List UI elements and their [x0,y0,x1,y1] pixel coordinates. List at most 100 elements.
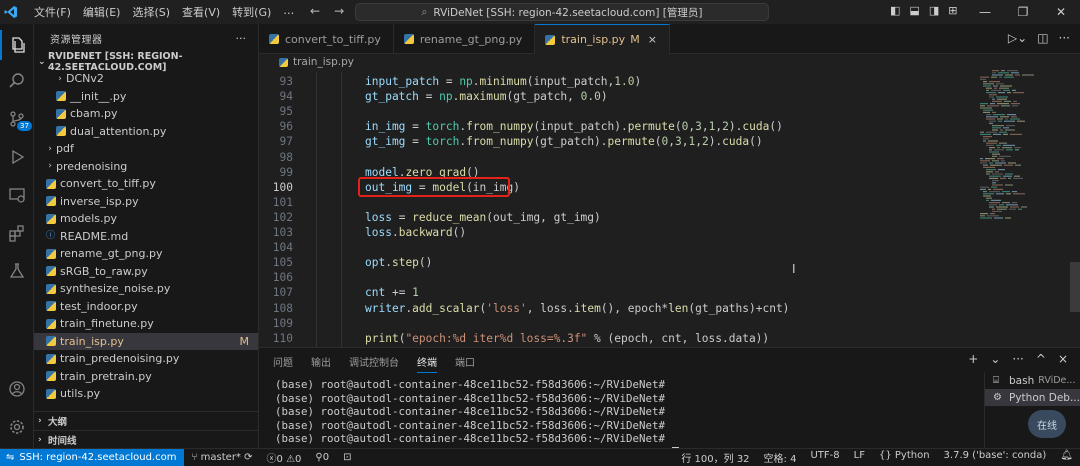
settings-gear-icon[interactable] [0,412,34,442]
ports-indicator[interactable]: ⚲0 [308,452,336,463]
tree-file[interactable]: ⓘ README.md [34,228,258,246]
forward-arrow-icon[interactable]: → [334,4,344,18]
git-branch[interactable]: ⑂ master* ⟳ [184,452,259,463]
minimize-icon[interactable]: — [966,0,1004,24]
code-line[interactable]: 104 [259,240,969,255]
tree-file[interactable]: __init__.py [34,88,258,106]
tree-folder[interactable]: › pdf [34,140,258,158]
close-tab-icon[interactable]: × [648,33,657,46]
scrollbar-thumb[interactable] [1070,262,1080,312]
more-icon[interactable]: ··· [1059,31,1070,45]
back-arrow-icon[interactable]: ← [310,4,320,18]
maximize-panel-icon[interactable]: ^ [1036,352,1046,366]
tree-file[interactable]: dual_attention.py [34,123,258,141]
code-line[interactable]: 95 [259,104,969,119]
terminal-instance[interactable]: ⚙ Python Deb... [985,389,1080,406]
menu-item[interactable]: 文件(F) [28,4,77,20]
restore-icon[interactable]: ❐ [1004,0,1042,24]
menu-item[interactable]: 编辑(E) [77,4,127,20]
tree-file[interactable]: train_finetune.py [34,315,258,333]
code-line[interactable]: 105 opt.step() [259,255,969,270]
panel-tab[interactable]: 调试控制台 [349,354,399,373]
code-line[interactable]: 96 in_img = torch.from_numpy(input_patch)… [259,119,969,134]
tree-file[interactable]: train_predenoising.py [34,350,258,368]
code-line[interactable]: 94 gt_patch = np.maximum(gt_patch, 0.0) [259,89,969,104]
tree-file[interactable]: synthesize_noise.py [34,280,258,298]
toggle-secondary-sidebar-icon[interactable]: ◨ [929,4,939,17]
code-line[interactable]: 106 [259,270,969,285]
code-line[interactable]: 103 loss.backward() [259,225,969,240]
workspace-root[interactable]: ⌄ RVIDENET [SSH: REGION-42.SEETACLOUD.CO… [34,51,258,73]
tree-file[interactable]: test_indoor.py [34,298,258,316]
tree-file[interactable]: utils.py [34,385,258,403]
online-chat-button[interactable]: 在线 [1028,410,1066,438]
code-line[interactable]: 101 [259,195,969,210]
tree-file[interactable]: cbam.py [34,105,258,123]
code-line[interactable]: 98 [259,150,969,165]
editor-tab[interactable]: train_isp.py M × [535,24,670,54]
extensions-icon[interactable] [0,218,34,248]
code-editor[interactable]: 93 input_patch = np.minimum(input_patch,1… [259,72,969,347]
run-icon[interactable]: ▷⌄ [1008,31,1027,45]
panel-tab[interactable]: 终端 [417,354,437,373]
code-line[interactable]: 107 cnt += 1 [259,285,969,300]
menu-item[interactable]: 选择(S) [126,4,176,20]
menu-item[interactable]: 查看(V) [176,4,226,20]
timeline-section[interactable]: › 时间线 [34,430,258,448]
toggle-sidebar-icon[interactable]: ◧ [890,4,900,17]
tree-file[interactable]: train_pretrain.py [34,368,258,386]
menu-item[interactable]: 转到(G) [226,4,277,20]
terminal-instance[interactable]: ⌸ bash RViDe... [985,372,1080,389]
panel-tab[interactable]: 问题 [273,354,293,373]
remote-explorer-icon[interactable] [0,180,34,210]
remote-indicator[interactable]: ⇋ SSH: region-42.seetacloud.com [0,448,185,466]
tree-file[interactable]: train_isp.py M [34,332,258,350]
close-panel-icon[interactable]: × [1058,352,1068,366]
code-line[interactable]: 93 input_patch = np.minimum(input_patch,1… [259,74,969,89]
explorer-files-icon[interactable] [0,30,34,60]
debug-icon[interactable]: ⊡ [336,452,358,463]
customize-layout-icon[interactable]: ⊞ [948,4,957,17]
new-terminal-icon[interactable]: + [968,352,978,366]
tree-file[interactable]: convert_to_tiff.py [34,175,258,193]
indentation[interactable]: 空格: 4 [757,450,804,465]
search-icon[interactable] [0,66,34,96]
tree-file[interactable]: models.py [34,210,258,228]
language-mode[interactable]: {} Python [872,450,937,465]
more-actions-icon[interactable]: ··· [236,32,247,45]
outline-section[interactable]: › 大纲 [34,411,258,429]
run-debug-icon[interactable] [0,142,34,172]
problems-indicator[interactable]: ⓧ0 ⚠0 [260,450,309,465]
account-icon[interactable] [0,374,34,404]
code-line[interactable]: 102 loss = reduce_mean(out_img, gt_img) [259,210,969,225]
minimap[interactable] [978,68,1068,347]
terminal-dropdown-icon[interactable]: ⌄ [990,352,1000,366]
line-ending[interactable]: LF [847,450,872,465]
code-line[interactable]: 108 writer.add_scalar('loss', loss.item()… [259,301,969,316]
more-icon[interactable]: ··· [1012,352,1023,366]
code-line[interactable]: 109 [259,316,969,331]
close-window-icon[interactable]: ✕ [1042,0,1080,24]
code-line[interactable]: 110 print("epoch:%d iter%d loss=%.3f" % (… [259,331,969,346]
python-interpreter[interactable]: 3.7.9 ('base': conda) [937,450,1054,465]
testing-flask-icon[interactable] [0,256,34,286]
toggle-panel-icon[interactable]: ⬓ [909,4,919,17]
editor-tab[interactable]: rename_gt_png.py [394,24,536,54]
tree-file[interactable]: sRGB_to_raw.py [34,263,258,281]
panel-tab[interactable]: 端口 [455,354,475,373]
command-center-search[interactable]: ⌕ RViDeNet [SSH: region-42.seetacloud.co… [355,3,769,21]
source-control-icon[interactable]: 37 [0,104,34,134]
menu-more[interactable]: … [277,4,300,20]
editor-tab[interactable]: convert_to_tiff.py [259,24,394,54]
cursor-position[interactable]: 行 100，列 32 [674,450,756,465]
tree-folder[interactable]: › DCNv2 [34,70,258,88]
split-editor-icon[interactable]: ◫ [1037,31,1048,45]
tree-folder[interactable]: › predenoising [34,158,258,176]
tree-file[interactable]: inverse_isp.py [34,193,258,211]
code-line[interactable]: 97 gt_img = torch.from_numpy(gt_patch).pe… [259,134,969,149]
tree-file[interactable]: rename_gt_png.py [34,245,258,263]
panel-tab[interactable]: 输出 [311,354,331,373]
notifications-bell-icon[interactable]: 🔔︎ [1053,450,1080,465]
breadcrumb[interactable]: train_isp.py [279,56,354,68]
encoding[interactable]: UTF-8 [803,450,846,465]
